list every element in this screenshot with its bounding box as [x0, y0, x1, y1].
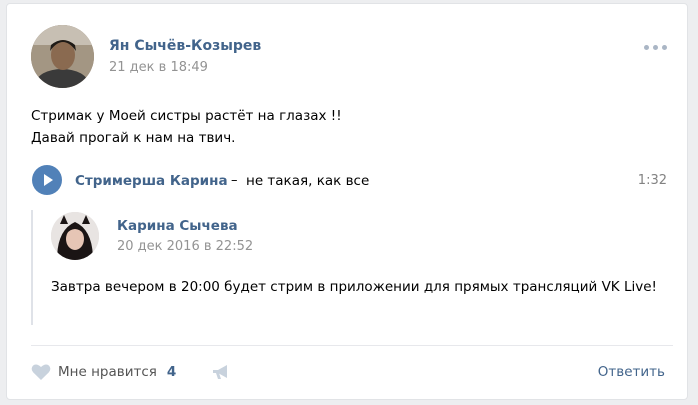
author-name[interactable]: Ян Сычёв-Козырев: [109, 38, 261, 54]
post-text: Стримак у Моей систры растёт на глазах !…: [31, 105, 651, 149]
heart-icon: [31, 364, 51, 380]
footer-divider: [31, 345, 673, 346]
megaphone-icon: [213, 365, 227, 379]
like-count: 4: [166, 364, 177, 380]
repost-avatar[interactable]: [51, 212, 99, 260]
more-dots-icon[interactable]: [644, 42, 668, 52]
audio-duration: 1:32: [637, 173, 667, 188]
like-button[interactable]: Мне нравится 4: [31, 360, 176, 384]
audio-separator: –: [231, 173, 238, 188]
audio-artist[interactable]: Стримерша Карина: [75, 173, 228, 189]
play-icon: [44, 174, 53, 186]
post-text-line: Давай прогай к нам на твич.: [31, 130, 236, 146]
play-button[interactable]: [32, 165, 62, 195]
repost-block: Карина Сычева 20 дек 2016 в 22:52 Завтра…: [31, 210, 673, 325]
like-label: Мне нравится: [58, 364, 157, 380]
audio-title[interactable]: не такая, как все: [246, 173, 369, 189]
author-avatar[interactable]: [31, 25, 94, 88]
audio-track: Стримерша Карина – не такая, как все 1:3…: [31, 164, 673, 198]
repost-date[interactable]: 20 дек 2016 в 22:52: [117, 239, 253, 254]
repost-author-name[interactable]: Карина Сычева: [117, 218, 238, 234]
post-text-line: Стримак у Моей систры растёт на глазах !…: [31, 108, 342, 124]
post-card: Ян Сычёв-Козырев 21 дек в 18:49 Стримак …: [6, 3, 688, 400]
repost-text: Завтра вечером в 20:00 будет стрим в при…: [51, 279, 657, 295]
reply-button[interactable]: Ответить: [598, 364, 665, 380]
post-date[interactable]: 21 дек в 18:49: [109, 60, 208, 75]
share-button[interactable]: [212, 364, 230, 384]
